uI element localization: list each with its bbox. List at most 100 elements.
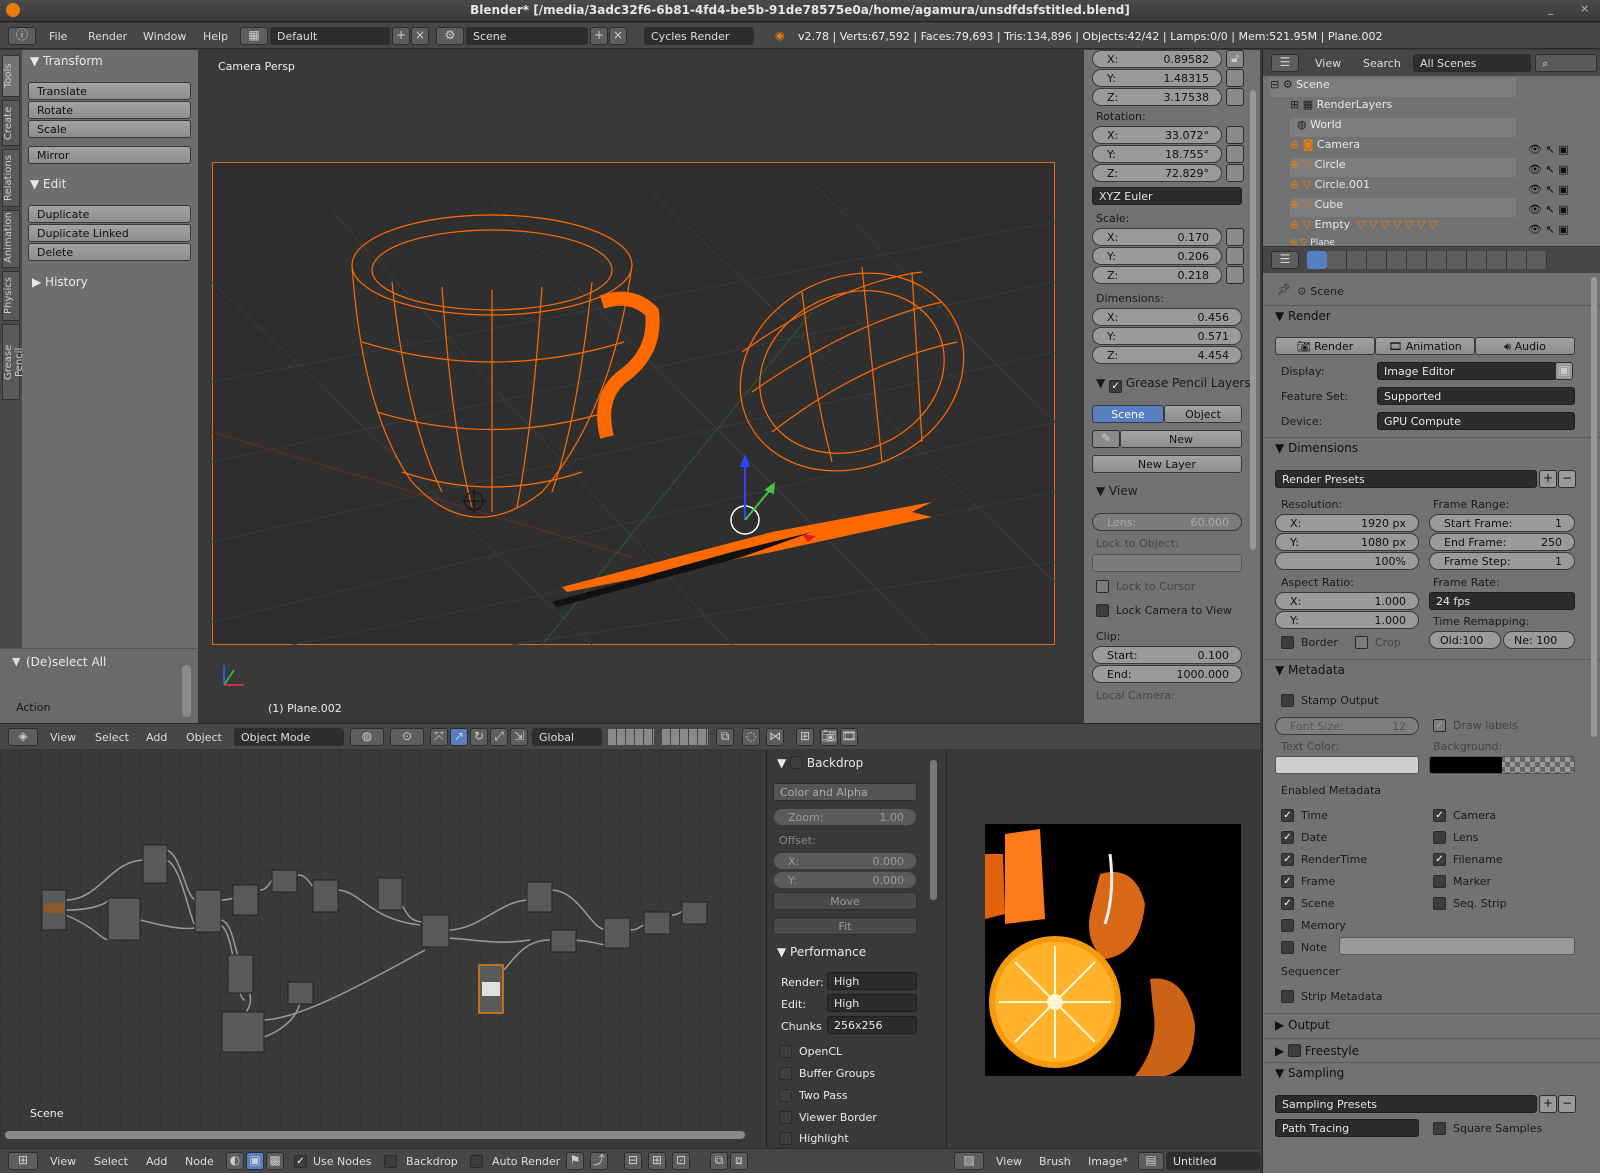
editor-type-node-button[interactable]: ⊞: [8, 1152, 38, 1170]
layers-icon[interactable]: [608, 729, 654, 745]
clip-end-field[interactable]: End: 1000.000: [1092, 665, 1242, 683]
metadata-note-checkbox[interactable]: [1281, 941, 1294, 954]
pivot-icon[interactable]: ⊙: [390, 728, 424, 746]
orientation-dropdown[interactable]: Global: [532, 728, 602, 746]
time-new-field[interactable]: Ne: 100: [1503, 631, 1575, 649]
tab-grease-pencil[interactable]: Grease Pencil: [2, 324, 25, 400]
font-size-field[interactable]: Font Size: 12: [1275, 717, 1419, 735]
display-mode-dropdown[interactable]: All Scenes: [1413, 54, 1531, 72]
history-panel-header[interactable]: ▶ History: [32, 275, 88, 289]
render-presets-dropdown[interactable]: Render Presets: [1275, 470, 1537, 488]
scale-x-field[interactable]: X: 0.170: [1092, 228, 1222, 246]
close-icon[interactable]: ×: [1580, 2, 1589, 15]
lock-icon[interactable]: [1226, 247, 1244, 265]
scale-button[interactable]: Scale: [28, 120, 191, 138]
text-color-swatch[interactable]: [1275, 756, 1419, 774]
location-z-field[interactable]: Z: 3.17538: [1092, 88, 1222, 106]
copy-icon[interactable]: ⧉: [710, 1152, 728, 1170]
animation-button[interactable]: 🎞︎ Animation: [1375, 337, 1475, 355]
scene-icon[interactable]: ⚙: [436, 27, 464, 45]
render-engine-dropdown[interactable]: Cycles Render: [644, 27, 754, 45]
backdrop-checkbox[interactable]: [790, 756, 804, 769]
frame-step-field[interactable]: Frame Step: 1: [1429, 552, 1575, 570]
end-frame-field[interactable]: End Frame: 250: [1429, 533, 1575, 551]
metadata-memory-checkbox[interactable]: [1281, 919, 1294, 932]
lock-icon[interactable]: [1226, 126, 1244, 144]
square-samples-checkbox[interactable]: [1433, 1122, 1446, 1135]
outliner-menu-search[interactable]: Search: [1363, 57, 1401, 70]
mirror-button[interactable]: Mirror: [28, 146, 191, 164]
display-dropdown[interactable]: Image Editor: [1377, 362, 1557, 380]
rotate-manipulator-icon[interactable]: ↻: [470, 728, 488, 746]
add-preset-icon[interactable]: +: [1539, 470, 1557, 488]
integrator-dropdown[interactable]: Path Tracing: [1275, 1119, 1419, 1137]
time-old-field[interactable]: Old:100: [1429, 631, 1501, 649]
rotation-y-field[interactable]: Y: 18.755°: [1092, 145, 1222, 163]
properties-tabs[interactable]: [1307, 251, 1547, 269]
editor-type-3d-button[interactable]: ◈: [8, 728, 38, 746]
metadata-camera-checkbox[interactable]: ✓: [1433, 809, 1446, 822]
parent-icon[interactable]: ⤴: [590, 1152, 608, 1170]
render-quality-dropdown[interactable]: High: [827, 972, 917, 990]
outliner-row-scene[interactable]: ⊟ ⚙ Scene: [1270, 78, 1516, 97]
snap-node-icon[interactable]: ⊞: [648, 1152, 666, 1170]
clip-start-field[interactable]: Start: 0.100: [1092, 646, 1242, 664]
stamp-output-checkbox[interactable]: [1281, 694, 1294, 707]
metadata-marker-checkbox[interactable]: [1433, 875, 1446, 888]
outliner-row-world[interactable]: ◍ World: [1290, 118, 1516, 137]
grease-pencil-layers-header[interactable]: ▼ ✓ Grease Pencil Layers: [1096, 376, 1251, 393]
metadata-lens-checkbox[interactable]: [1433, 831, 1446, 844]
note-text-field[interactable]: [1339, 937, 1575, 955]
editor-type-outliner-button[interactable]: ☰: [1271, 54, 1299, 72]
outliner-row-cube[interactable]: ⊕ ▽ Cube: [1290, 198, 1516, 217]
rotation-mode-dropdown[interactable]: XYZ Euler: [1092, 187, 1242, 205]
lock-icon[interactable]: [1226, 266, 1244, 284]
render-panel-header[interactable]: ▼ Render: [1275, 309, 1331, 323]
remove-preset-icon[interactable]: −: [1558, 470, 1576, 488]
offset-x-field[interactable]: X: 0.000: [773, 852, 917, 870]
paste-icon[interactable]: ⧈: [730, 1152, 748, 1170]
outliner-row-circle[interactable]: ⊕ ▽ Circle: [1290, 158, 1516, 177]
image-menu-brush[interactable]: Brush: [1039, 1155, 1071, 1168]
audio-button[interactable]: 🔊︎ Audio: [1475, 337, 1575, 355]
node-menu-add[interactable]: Add: [146, 1155, 167, 1168]
metadata-frame-checkbox[interactable]: ✓: [1281, 875, 1294, 888]
screen-layout-icon[interactable]: ▦: [240, 27, 268, 45]
outliner-row-camera[interactable]: ⊕ ◙ Camera: [1290, 138, 1360, 157]
menu-add[interactable]: Add: [146, 731, 167, 744]
add-scene-icon[interactable]: +: [590, 27, 608, 45]
render-button[interactable]: 📷︎ Render: [1275, 337, 1375, 355]
add-layout-icon[interactable]: +: [392, 27, 410, 45]
editor-type-image-button[interactable]: ▨: [954, 1152, 984, 1170]
visibility-icons[interactable]: 👁︎ ↖ ▣ 👁︎ ↖ ▣ 👁︎ ↖ ▣ 👁︎ ↖ ▣ 👁︎ ↖ ▣: [1528, 140, 1594, 240]
pencil-icon[interactable]: ✎: [1092, 430, 1120, 448]
duplicate-linked-button[interactable]: Duplicate Linked: [28, 224, 191, 242]
menu-help[interactable]: Help: [203, 30, 228, 43]
remove-layout-icon[interactable]: ×: [411, 27, 429, 45]
image-name-field[interactable]: Untitled: [1166, 1152, 1260, 1170]
menu-object[interactable]: Object: [186, 731, 222, 744]
tab-create[interactable]: Create: [2, 100, 20, 146]
lock-object-field[interactable]: [1092, 554, 1242, 572]
node-horizontal-scrollbar[interactable]: [5, 1131, 745, 1139]
freestyle-checkbox[interactable]: [1288, 1044, 1302, 1057]
metadata-panel-header[interactable]: ▼ Metadata: [1275, 663, 1345, 677]
node-menu-select[interactable]: Select: [94, 1155, 128, 1168]
scale-y-field[interactable]: Y: 0.206: [1092, 247, 1222, 265]
sampling-presets-dropdown[interactable]: Sampling Presets: [1275, 1095, 1537, 1113]
tab-physics[interactable]: Physics: [2, 271, 20, 321]
menu-select[interactable]: Select: [95, 731, 129, 744]
buffer-groups-checkbox[interactable]: [779, 1067, 792, 1080]
image-browse-icon[interactable]: ▤: [1138, 1152, 1164, 1170]
edit-panel-header[interactable]: ▼ Edit: [30, 177, 66, 191]
editor-type-properties-button[interactable]: ☰: [1271, 251, 1299, 269]
zoom-field[interactable]: Zoom: 1.00: [773, 808, 917, 826]
backdrop-toggle-checkbox[interactable]: [384, 1155, 397, 1168]
npanel-scrollbar[interactable]: [1250, 90, 1256, 550]
translate-manipulator-icon[interactable]: ↗: [450, 728, 468, 746]
backdrop-panel-header[interactable]: ▼ Backdrop: [777, 754, 863, 770]
metadata-filename-checkbox[interactable]: ✓: [1433, 853, 1446, 866]
shader-nodes-icon[interactable]: ◐: [226, 1152, 244, 1170]
menu-render[interactable]: Render: [88, 30, 127, 43]
outliner-row-plane[interactable]: ⊕ ▽ Plane: [1290, 238, 1335, 246]
